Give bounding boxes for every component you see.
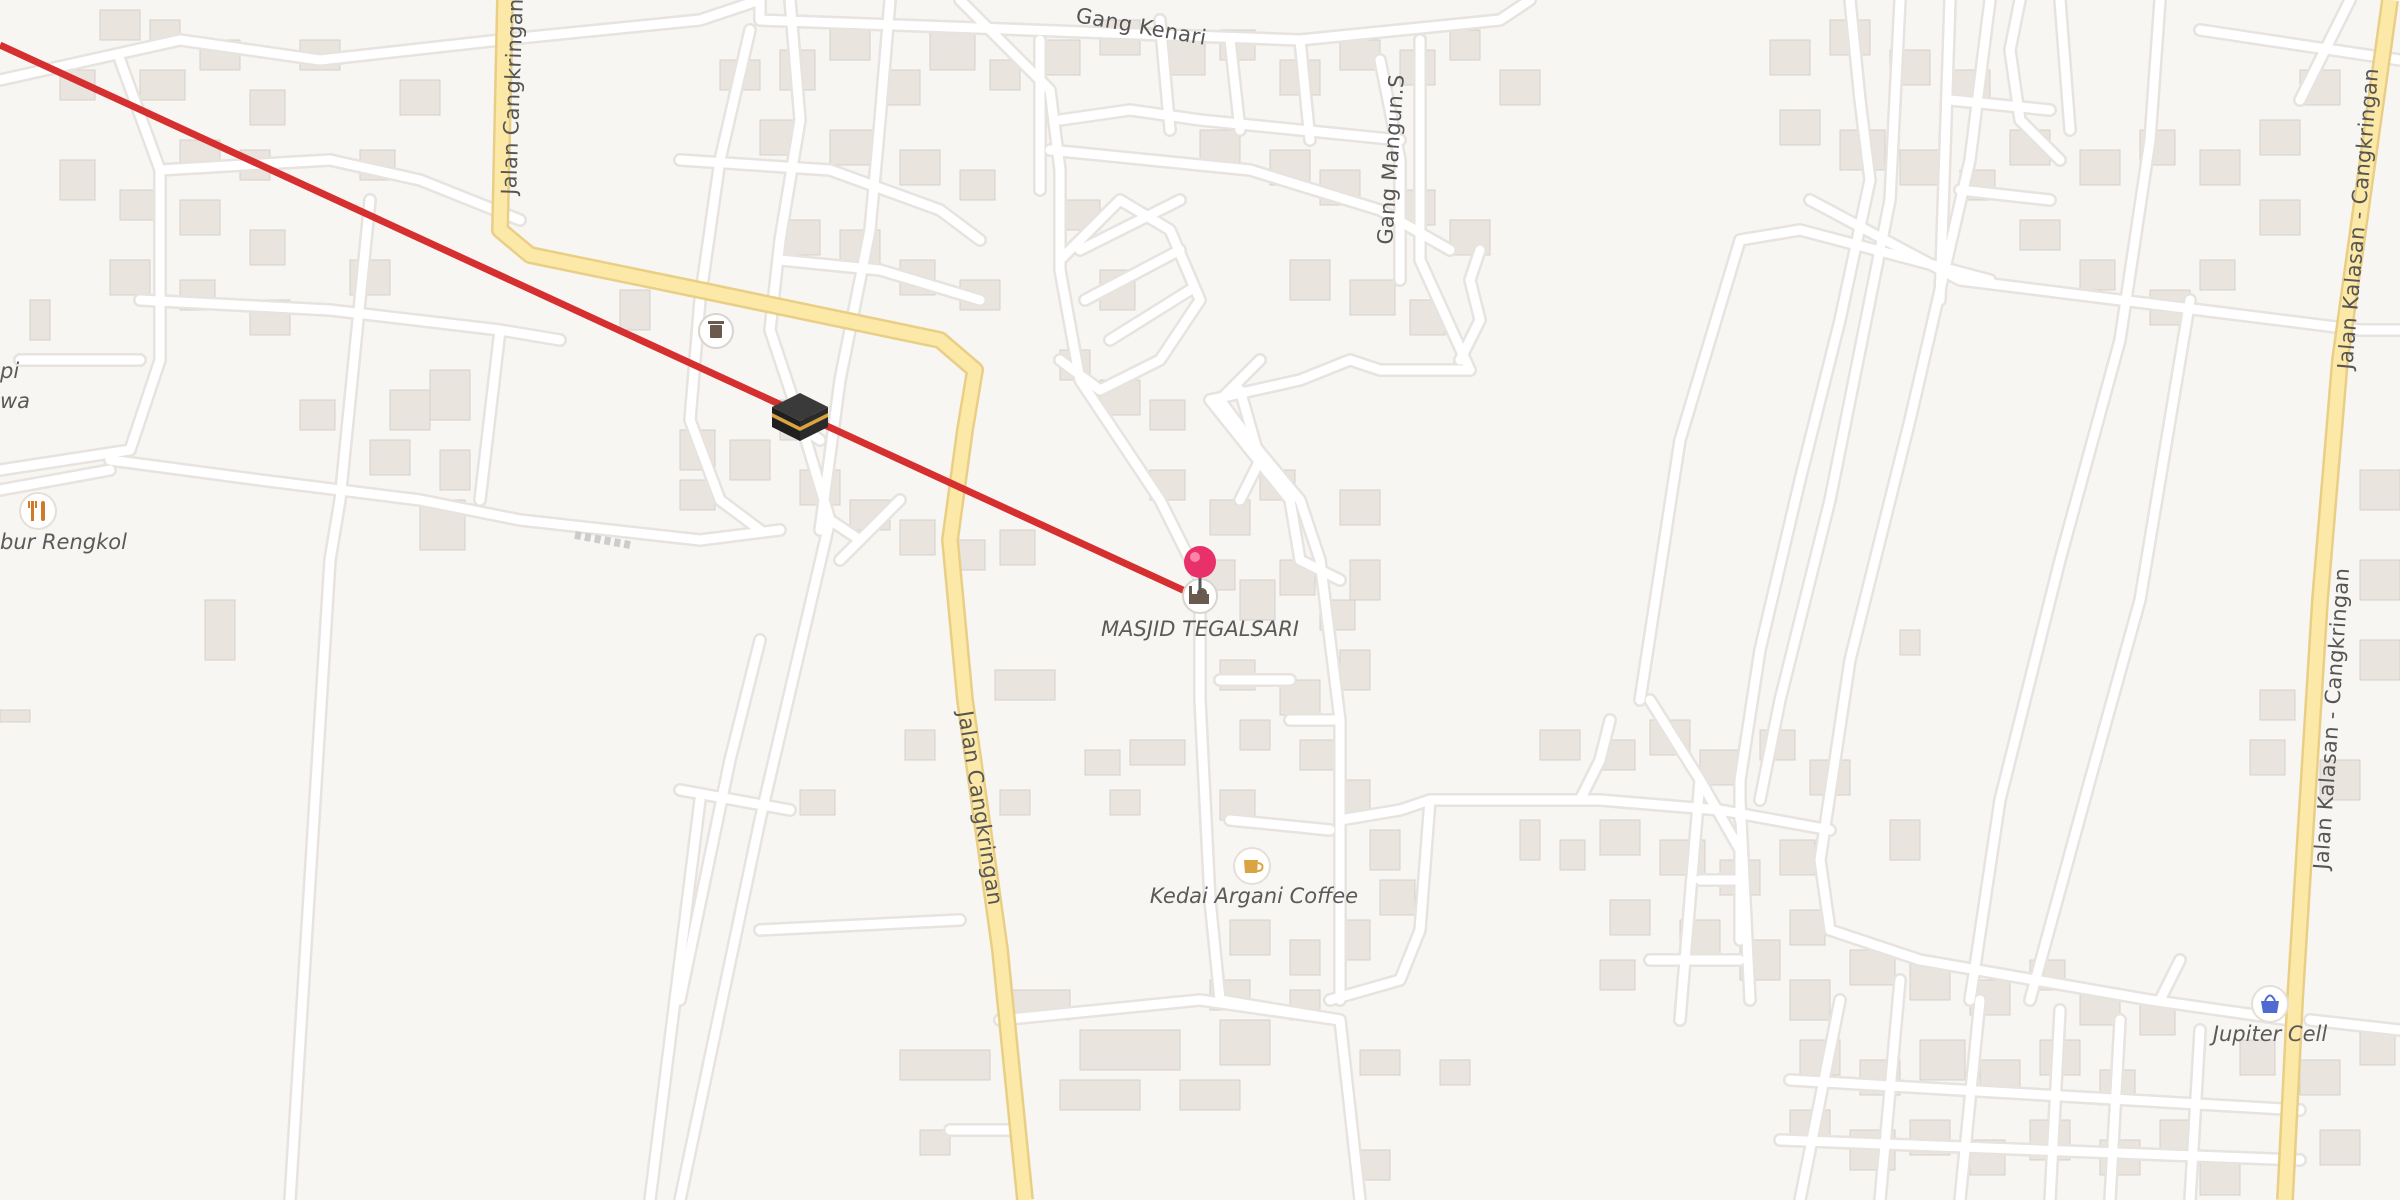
poi-label-coffee: Kedai Argani Coffee <box>1150 884 1358 908</box>
map-canvas[interactable]: Gang Kenari Gang Mangun.S Jalan Cangkrin… <box>0 0 2400 1200</box>
coffee-cup-icon[interactable] <box>1233 847 1271 885</box>
poi-label-jupiter: Jupiter Cell <box>2209 1022 2328 1046</box>
poi-label-left-2: wa <box>0 389 30 413</box>
poi-label-left-1: pi <box>0 359 19 383</box>
fork-knife-icon[interactable] <box>19 492 57 530</box>
poi-label-rengkol: bur Rengkol <box>0 530 127 554</box>
waste-basket-icon[interactable] <box>698 313 734 349</box>
shopping-basket-icon[interactable] <box>2251 985 2289 1023</box>
poi-label-masjid: MASJID TEGALSARI <box>1101 617 1299 641</box>
